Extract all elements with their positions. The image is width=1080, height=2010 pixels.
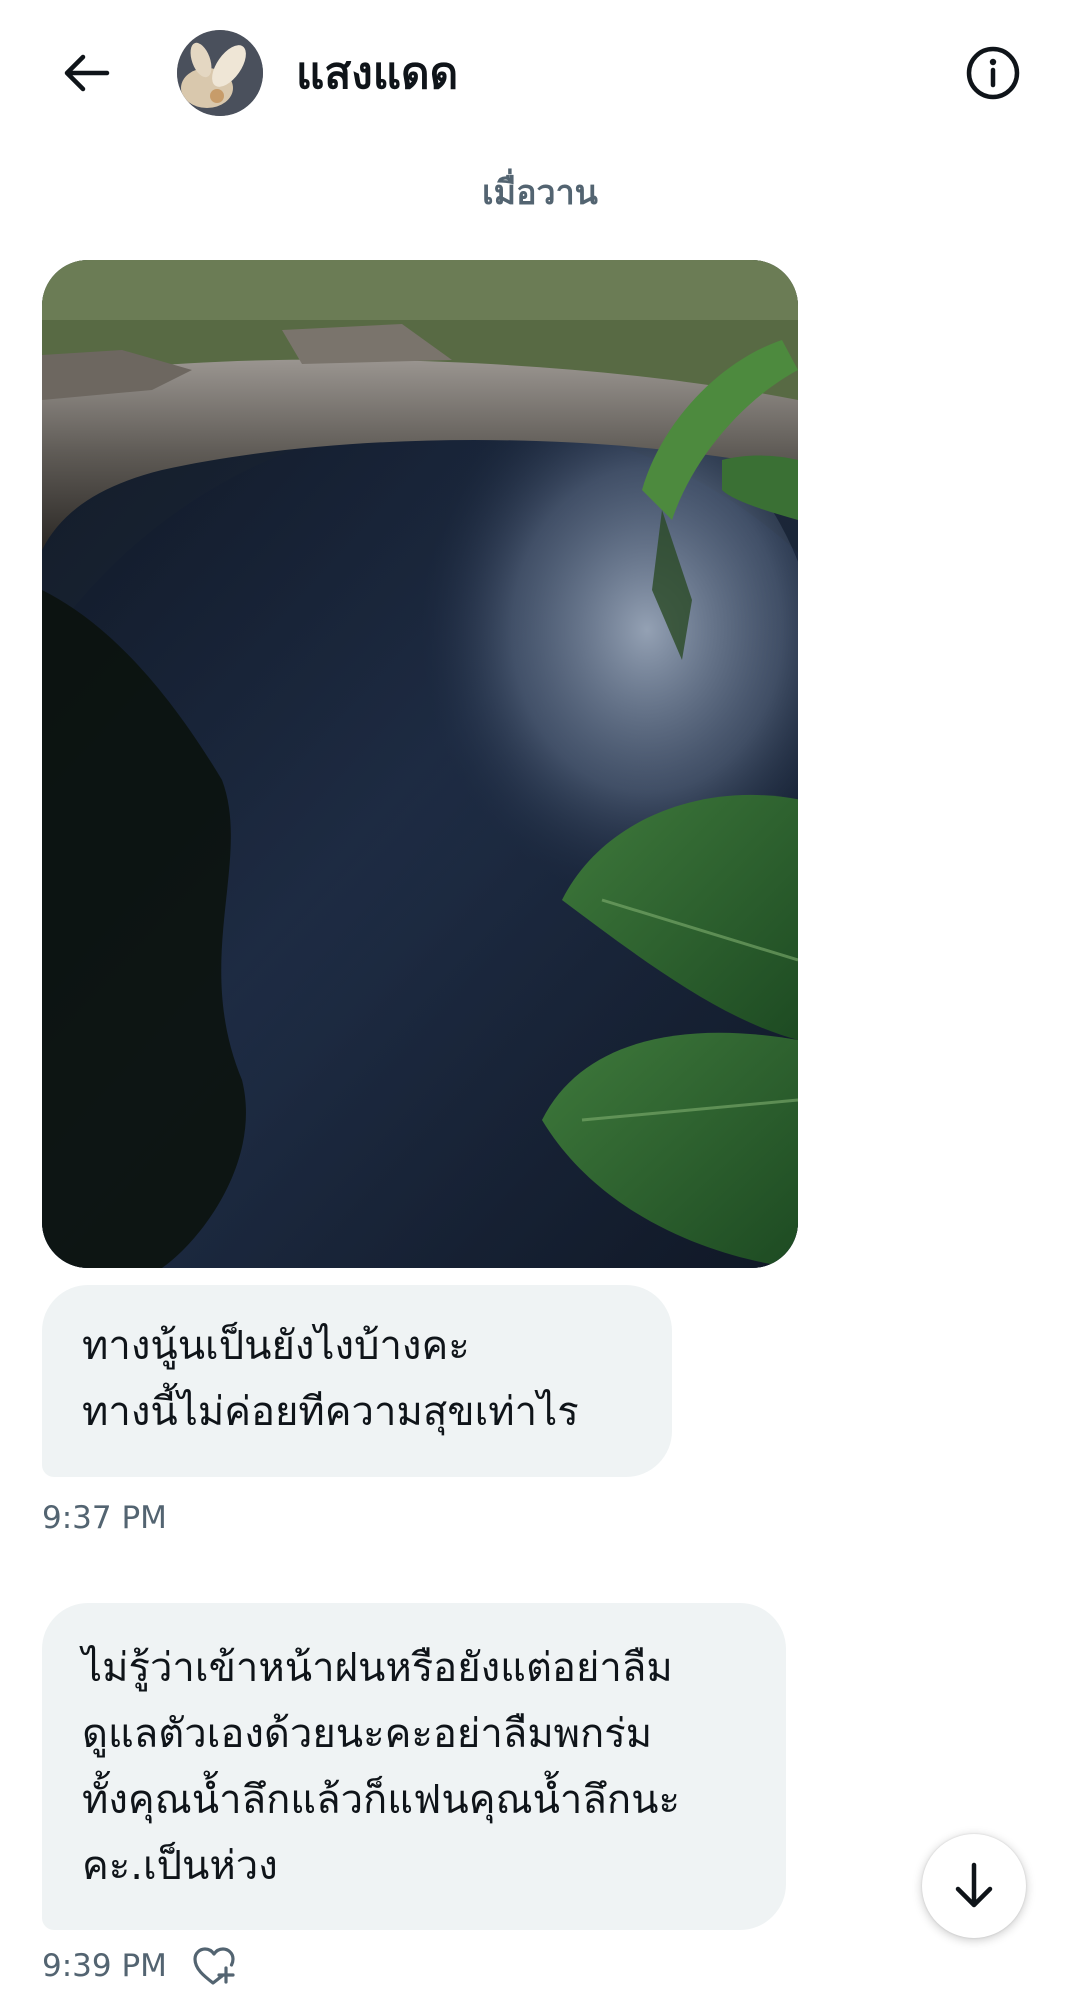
back-button[interactable] — [46, 38, 126, 108]
photo-message[interactable] — [42, 260, 798, 1268]
info-button[interactable] — [960, 40, 1026, 106]
info-icon — [966, 46, 1020, 100]
arrow-left-icon — [64, 54, 110, 92]
contact-avatar[interactable] — [177, 30, 263, 116]
contact-name[interactable]: แสงแดด — [296, 44, 458, 104]
heart-plus-icon — [193, 1947, 235, 1985]
day-separator: เมื่อวาน — [482, 173, 598, 213]
message-timestamp: 9:37 PM — [42, 1500, 167, 1536]
avatar-image — [177, 30, 263, 116]
scroll-to-bottom-button[interactable] — [922, 1834, 1026, 1938]
add-reaction-button[interactable] — [191, 1944, 237, 1988]
message-timestamp: 9:39 PM — [42, 1948, 167, 1984]
photo-image — [42, 260, 798, 1268]
message-bubble[interactable]: ทางนู้นเป็นยังไงบ้างคะ ทางนี้ไม่ค่อยทีคว… — [42, 1285, 672, 1477]
conversation-header: แสงแดด — [0, 0, 1080, 150]
message-bubble[interactable]: ไม่รู้ว่าเข้าหน้าฝนหรือยังแต่อย่าลืม ดูแ… — [42, 1603, 786, 1930]
dm-conversation-screen: แสงแดด เมื่อวาน ทางนู้นเป็นยังไงบ้างคะ ท… — [0, 0, 1080, 2010]
arrow-down-icon — [955, 1862, 993, 1908]
